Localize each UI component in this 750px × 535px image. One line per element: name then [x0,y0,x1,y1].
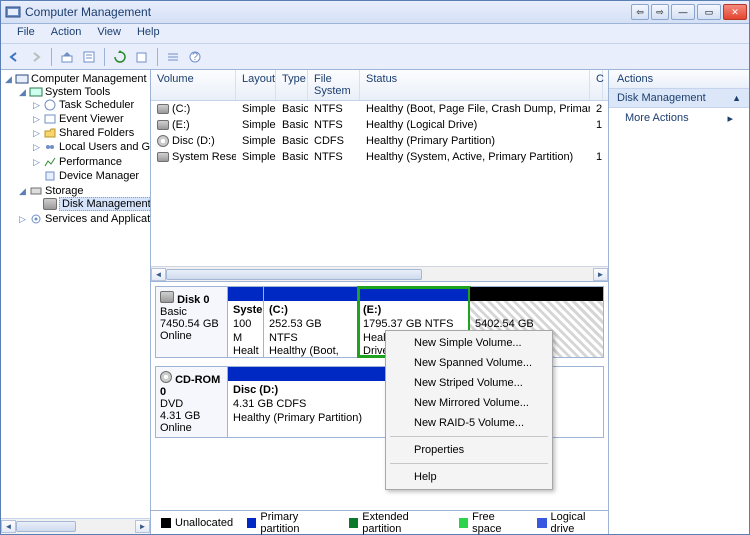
tree-event-viewer[interactable]: ▷Event Viewer [31,112,148,126]
list-icon[interactable] [164,48,182,66]
volume-list: Volume Layout Type File System Status C … [151,70,608,282]
toolbar: ? [1,44,749,70]
tree-storage[interactable]: ◢Storage Disk Management [17,184,148,212]
ctx-new-simple-volume[interactable]: New Simple Volume... [388,333,550,353]
window-title: Computer Management [25,5,151,19]
tree-task-scheduler[interactable]: ▷Task Scheduler [31,98,148,112]
partition-c[interactable]: (C:)252.53 GB NTFSHealthy (Boot, Page F [264,287,358,357]
computer-management-window: Computer Management ⇦ ⇨ — ▭ ✕ File Actio… [0,0,750,535]
navigation-tree[interactable]: ◢Computer Management (Local ◢System Tool… [1,70,151,518]
next-button[interactable]: ⇨ [651,4,669,20]
cdrom-0-header: CD-ROM 0 DVD 4.31 GB Online [156,367,228,437]
context-menu: New Simple Volume... New Spanned Volume.… [385,330,553,490]
ctx-help[interactable]: Help [388,467,550,487]
up-icon[interactable] [58,48,76,66]
tree-performance[interactable]: ▷Performance [31,155,148,169]
app-icon [5,4,21,20]
disk-0-header: Disk 0 Basic 7450.54 GB Online [156,287,228,357]
col-status[interactable]: Status [360,70,590,100]
partition-system-reserved[interactable]: Syste100 MHealt [228,287,264,357]
ctx-new-spanned-volume[interactable]: New Spanned Volume... [388,353,550,373]
volume-row[interactable]: Disc (D:)SimpleBasicCDFSHealthy (Primary… [151,133,608,149]
prev-button[interactable]: ⇦ [631,4,649,20]
disk-icon [160,291,174,303]
tree-scrollbar[interactable]: ◄► [1,518,150,534]
svg-text:?: ? [192,51,198,63]
legend-primary-icon [247,518,256,528]
chevron-up-icon: ▲ [732,93,741,103]
titlebar: Computer Management ⇦ ⇨ — ▭ ✕ [1,1,749,24]
more-actions[interactable]: More Actions ▸ [609,108,749,129]
menu-help[interactable]: Help [129,24,168,43]
minimize-button[interactable]: — [671,4,695,20]
tree-local-users[interactable]: ▷Local Users and Groups [31,140,148,154]
forward-icon[interactable] [27,48,45,66]
col-filesystem[interactable]: File System [308,70,360,100]
tree-services[interactable]: ▷Services and Applications [17,212,148,226]
refresh-icon[interactable] [111,48,129,66]
tree-device-manager[interactable]: Device Manager [31,169,148,183]
tree-system-tools[interactable]: ◢System Tools ▷Task Scheduler ▷Event Vie… [17,85,148,184]
volume-list-header: Volume Layout Type File System Status C [151,70,608,101]
volume-row[interactable]: (C:)SimpleBasicNTFSHealthy (Boot, Page F… [151,101,608,117]
volume-row[interactable]: (E:)SimpleBasicNTFSHealthy (Logical Driv… [151,117,608,133]
legend-unallocated-icon [161,518,171,528]
export-icon[interactable] [133,48,151,66]
col-type[interactable]: Type [276,70,308,100]
legend: Unallocated Primary partition Extended p… [151,510,608,534]
menu-view[interactable]: View [89,24,129,43]
legend-extended-icon [349,518,358,528]
ctx-new-mirrored-volume[interactable]: New Mirrored Volume... [388,393,550,413]
volume-h-scrollbar[interactable]: ◄► [151,266,608,281]
back-icon[interactable] [5,48,23,66]
tree-disk-management[interactable]: Disk Management [31,197,148,211]
cd-icon [160,371,172,383]
ctx-new-striped-volume[interactable]: New Striped Volume... [388,373,550,393]
menu-action[interactable]: Action [43,24,90,43]
properties-icon[interactable] [80,48,98,66]
help-icon[interactable]: ? [186,48,204,66]
menubar: File Action View Help [1,24,749,44]
volume-row[interactable]: System ReservedSimpleBasicNTFSHealthy (S… [151,149,608,165]
chevron-right-icon: ▸ [727,112,733,125]
close-button[interactable]: ✕ [723,4,747,20]
maximize-button[interactable]: ▭ [697,4,721,20]
tree-root[interactable]: ◢Computer Management (Local ◢System Tool… [3,72,148,227]
col-c[interactable]: C [590,70,603,100]
menu-file[interactable]: File [9,24,43,43]
col-layout[interactable]: Layout [236,70,276,100]
legend-free-icon [459,518,468,528]
legend-logical-icon [537,518,546,528]
ctx-new-raid5-volume[interactable]: New RAID-5 Volume... [388,413,550,433]
ctx-properties[interactable]: Properties [388,440,550,460]
tree-shared-folders[interactable]: ▷Shared Folders [31,126,148,140]
actions-pane: Actions Disk Management ▲ More Actions ▸ [609,70,749,534]
col-volume[interactable]: Volume [151,70,236,100]
actions-header: Actions [609,70,749,89]
actions-section[interactable]: Disk Management ▲ [609,89,749,108]
